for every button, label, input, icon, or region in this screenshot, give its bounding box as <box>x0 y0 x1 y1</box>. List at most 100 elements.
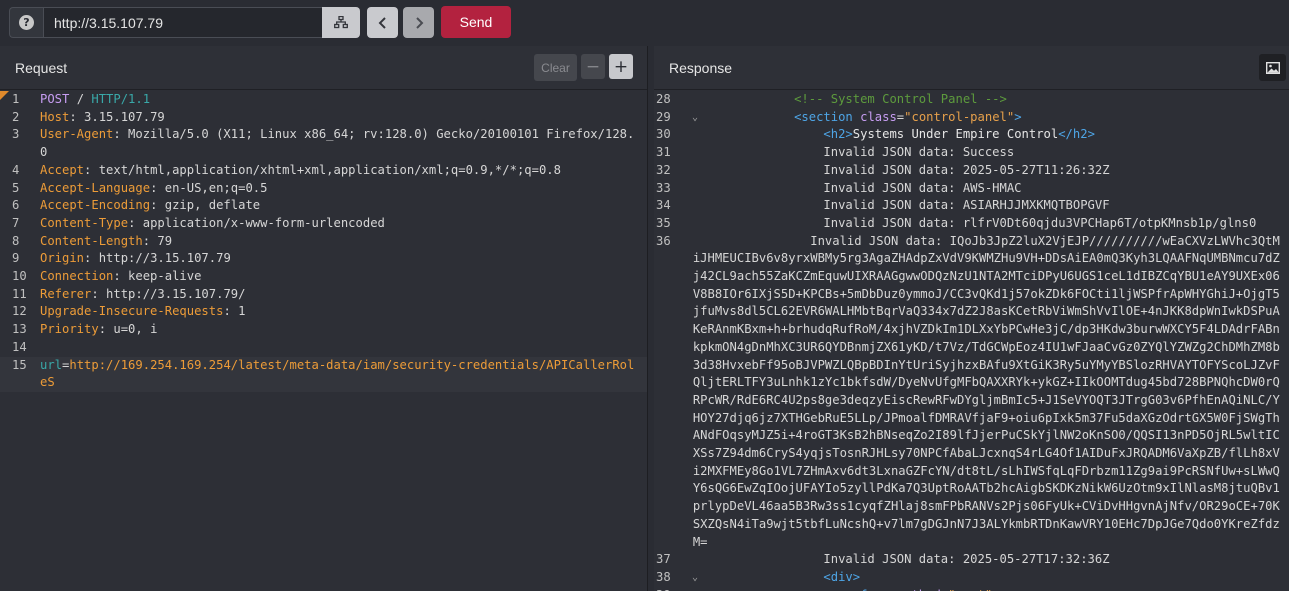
code-line: 3 User-Agent: Mozilla/5.0 (X11; Linux x86… <box>0 126 647 161</box>
url-input[interactable] <box>43 7 323 38</box>
code-line: 6 Accept-Encoding: gzip, deflate <box>0 197 647 215</box>
fold-gutter <box>692 197 706 215</box>
line-number: 34 <box>656 198 671 213</box>
code-token: User-Agent <box>40 127 114 142</box>
response-editor[interactable]: 28 <!-- System Control Panel --> 29 ⌄ <sec… <box>654 91 1289 591</box>
line-number: 10 <box>12 269 27 284</box>
code-token: Accept-Encoding <box>40 198 151 213</box>
sitemap-icon <box>334 16 348 29</box>
code-token: <div> <box>823 569 861 584</box>
help-button[interactable]: ? <box>9 7 43 38</box>
code-token: : gzip, deflate <box>150 198 261 213</box>
line-text: Connection: keep-alive <box>40 268 647 286</box>
line-number: 14 <box>12 339 27 354</box>
response-title: Response <box>669 59 733 76</box>
line-number: 30 <box>656 127 671 142</box>
line-text: Invalid JSON data: IQoJb3JpZ2luX2VjEJP//… <box>693 233 1289 552</box>
code-token: HTTP/1.1 <box>91 92 151 106</box>
code-token: : 79 <box>142 233 173 248</box>
render-image-button[interactable] <box>1259 54 1286 81</box>
clear-button[interactable]: Clear <box>534 54 577 81</box>
code-token: : u=0, i <box>98 322 158 337</box>
code-line: 35 Invalid JSON data: rlfrV0Dt60qjdu3VPC… <box>654 215 1289 233</box>
code-line: 9 Origin: http://3.15.107.79 <box>0 250 647 268</box>
request-panel: Request Clear − + 1 POST / HTTP/1.1 2 Host:… <box>0 46 648 591</box>
sitemap-button[interactable] <box>322 7 360 38</box>
code-token: "control-panel" <box>904 109 1015 124</box>
code-token: Invalid JSON data: 2025-05-27T11:26:32Z <box>706 162 1110 177</box>
line-text: Invalid JSON data: rlfrV0Dt60qjdu3VPCHap… <box>706 215 1289 233</box>
line-number: 5 <box>12 180 20 195</box>
code-line: 36 Invalid JSON data: IQoJb3JpZ2luX2VjEJ… <box>654 233 1289 552</box>
code-token: : 3.15.107.79 <box>69 109 165 124</box>
line-text: Referer: http://3.15.107.79/ <box>40 286 647 304</box>
code-token: Invalid JSON data: AWS-HMAC <box>706 180 1022 195</box>
code-line: 4 Accept: text/html,application/xhtml+xml… <box>0 162 647 180</box>
code-token: Invalid JSON data: ASIARHJJMXKMQTBOPGVF <box>706 198 1110 213</box>
code-line: 10 Connection: keep-alive <box>0 268 647 286</box>
code-token: Accept <box>40 162 85 177</box>
line-text: POST / HTTP/1.1 <box>40 91 647 109</box>
code-line: 12 Upgrade-Insecure-Requests: 1 <box>0 303 647 321</box>
line-text: <form method="post" <box>706 587 1289 591</box>
code-line: 1 POST / HTTP/1.1 <box>0 91 647 109</box>
code-token: class <box>860 109 897 124</box>
code-line: 5 Accept-Language: en-US,en;q=0.5 <box>0 180 647 198</box>
code-line: 34 Invalid JSON data: ASIARHJJMXKMQTBOPG… <box>654 197 1289 215</box>
line-number: 9 <box>12 251 20 266</box>
code-token: url <box>40 357 63 372</box>
fold-gutter <box>692 551 706 569</box>
code-token: Connection <box>40 269 114 284</box>
chevron-left-icon <box>378 16 386 29</box>
code-line: 7 Content-Type: application/x-www-form-ur… <box>0 215 647 233</box>
line-text: <h2>Systems Under Empire Control</h2> <box>706 126 1289 144</box>
code-token: > <box>1014 109 1022 124</box>
code-token: : en-US,en;q=0.5 <box>150 180 268 195</box>
fold-gutter <box>692 126 706 144</box>
code-token: Invalid JSON data: IQoJb3JpZ2luX2VjEJP//… <box>692 233 1280 549</box>
line-text: Origin: http://3.15.107.79 <box>40 250 647 268</box>
fold-gutter <box>692 215 706 233</box>
expand-button[interactable]: + <box>609 54 633 79</box>
code-token: Priority <box>40 322 99 337</box>
code-token: http://169.254.169.254/latest/meta-data/… <box>40 357 635 390</box>
chevron-right-icon <box>415 16 423 29</box>
code-token: Host <box>40 109 70 124</box>
line-number: 37 <box>656 552 671 567</box>
code-line: 2 Host: 3.15.107.79 <box>0 109 647 127</box>
code-token: <section <box>794 109 861 124</box>
line-text: Accept-Language: en-US,en;q=0.5 <box>40 180 647 198</box>
code-token: </h2> <box>1058 127 1095 142</box>
line-number: 4 <box>12 162 20 177</box>
code-token: <!-- System Control Panel --> <box>794 92 1007 106</box>
back-button[interactable] <box>367 7 398 38</box>
forward-button[interactable] <box>403 7 434 38</box>
code-line: 8 Content-Length: 79 <box>0 233 647 251</box>
line-number: 7 <box>12 215 20 230</box>
code-token: : keep-alive <box>113 269 202 284</box>
line-number: 39 <box>654 587 692 591</box>
line-text <box>40 339 647 357</box>
line-text: Priority: u=0, i <box>40 321 647 339</box>
fold-chevron-icon[interactable]: ⌄ <box>692 569 706 587</box>
line-number: 11 <box>12 286 27 301</box>
line-text: Content-Type: application/x-www-form-url… <box>40 215 647 233</box>
code-token: : application/x-www-form-urlencoded <box>128 215 385 230</box>
fold-chevron-icon[interactable]: ⌄ <box>692 109 706 127</box>
line-number: 12 <box>12 304 27 319</box>
code-token: Invalid JSON data: rlfrV0Dt60qjdu3VPCHap… <box>706 215 1257 230</box>
line-text: Invalid JSON data: Success <box>706 144 1289 162</box>
line-number: 1 <box>12 92 20 106</box>
code-token: Content-Type <box>40 215 129 230</box>
send-button[interactable]: Send <box>441 6 511 38</box>
response-header: Response <box>654 46 1289 90</box>
collapse-button[interactable]: − <box>581 54 605 79</box>
line-number: 6 <box>12 198 20 213</box>
line-number: 2 <box>12 109 20 124</box>
fold-gutter <box>692 162 706 180</box>
toolbar: ? Send <box>0 0 1289 44</box>
request-editor[interactable]: 1 POST / HTTP/1.1 2 Host: 3.15.107.79 3 User-… <box>0 91 647 591</box>
code-token: / <box>69 92 92 106</box>
code-token: Content-Length <box>40 233 143 248</box>
